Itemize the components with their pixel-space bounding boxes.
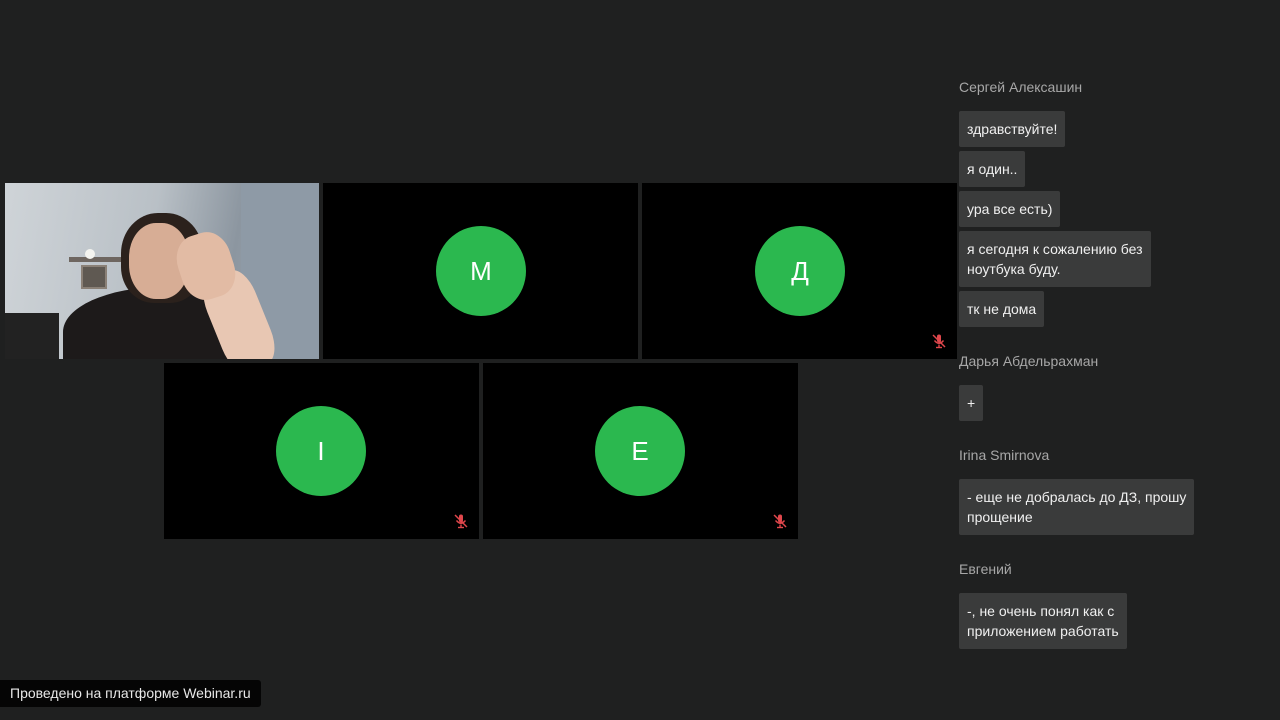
video-tile-participant-d[interactable]: Д <box>642 183 957 359</box>
chat-author: Евгений <box>959 561 1012 577</box>
chat-message: я один.. <box>959 151 1026 187</box>
avatar: I <box>276 406 366 496</box>
camera-lamp <box>85 249 95 259</box>
video-tile-participant-m[interactable]: М <box>323 183 638 359</box>
chat-message: - еще не добралась до ДЗ, прошу прощение <box>959 479 1195 535</box>
mic-muted-icon <box>773 514 787 529</box>
avatar-initial: E <box>631 435 649 466</box>
avatar-initial: М <box>470 255 492 286</box>
avatar: Д <box>755 226 845 316</box>
video-tile-participant-i[interactable]: I <box>164 363 479 539</box>
platform-credit: Проведено на платформе Webinar.ru <box>0 680 261 707</box>
chat-message: + <box>959 385 984 421</box>
avatar: М <box>436 226 526 316</box>
chat-author: Сергей Алексашин <box>959 79 1083 95</box>
chat-message: -, не очень понял как с приложением рабо… <box>959 593 1127 649</box>
chat-message: ура все есть) <box>959 191 1061 227</box>
video-tile-camera[interactable] <box>5 183 319 359</box>
chat-author: Дарья Абдельрахман <box>959 353 1099 369</box>
mic-muted-icon <box>454 514 468 529</box>
camera-chair <box>5 313 59 359</box>
video-tile-participant-e[interactable]: E <box>483 363 798 539</box>
chat-author: Irina Smirnova <box>959 447 1050 463</box>
chat-message: тк не дома <box>959 291 1045 327</box>
avatar-initial: I <box>317 435 325 466</box>
mic-muted-icon <box>932 334 946 349</box>
avatar: E <box>595 406 685 496</box>
chat-message: я сегодня к сожалению без ноутбука буду. <box>959 231 1151 287</box>
camera-photo-frame <box>81 265 107 289</box>
chat-panel: Сергей Алексашин здравствуйте! я один.. … <box>959 0 1259 720</box>
avatar-initial: Д <box>791 255 809 286</box>
chat-message: здравствуйте! <box>959 111 1066 147</box>
